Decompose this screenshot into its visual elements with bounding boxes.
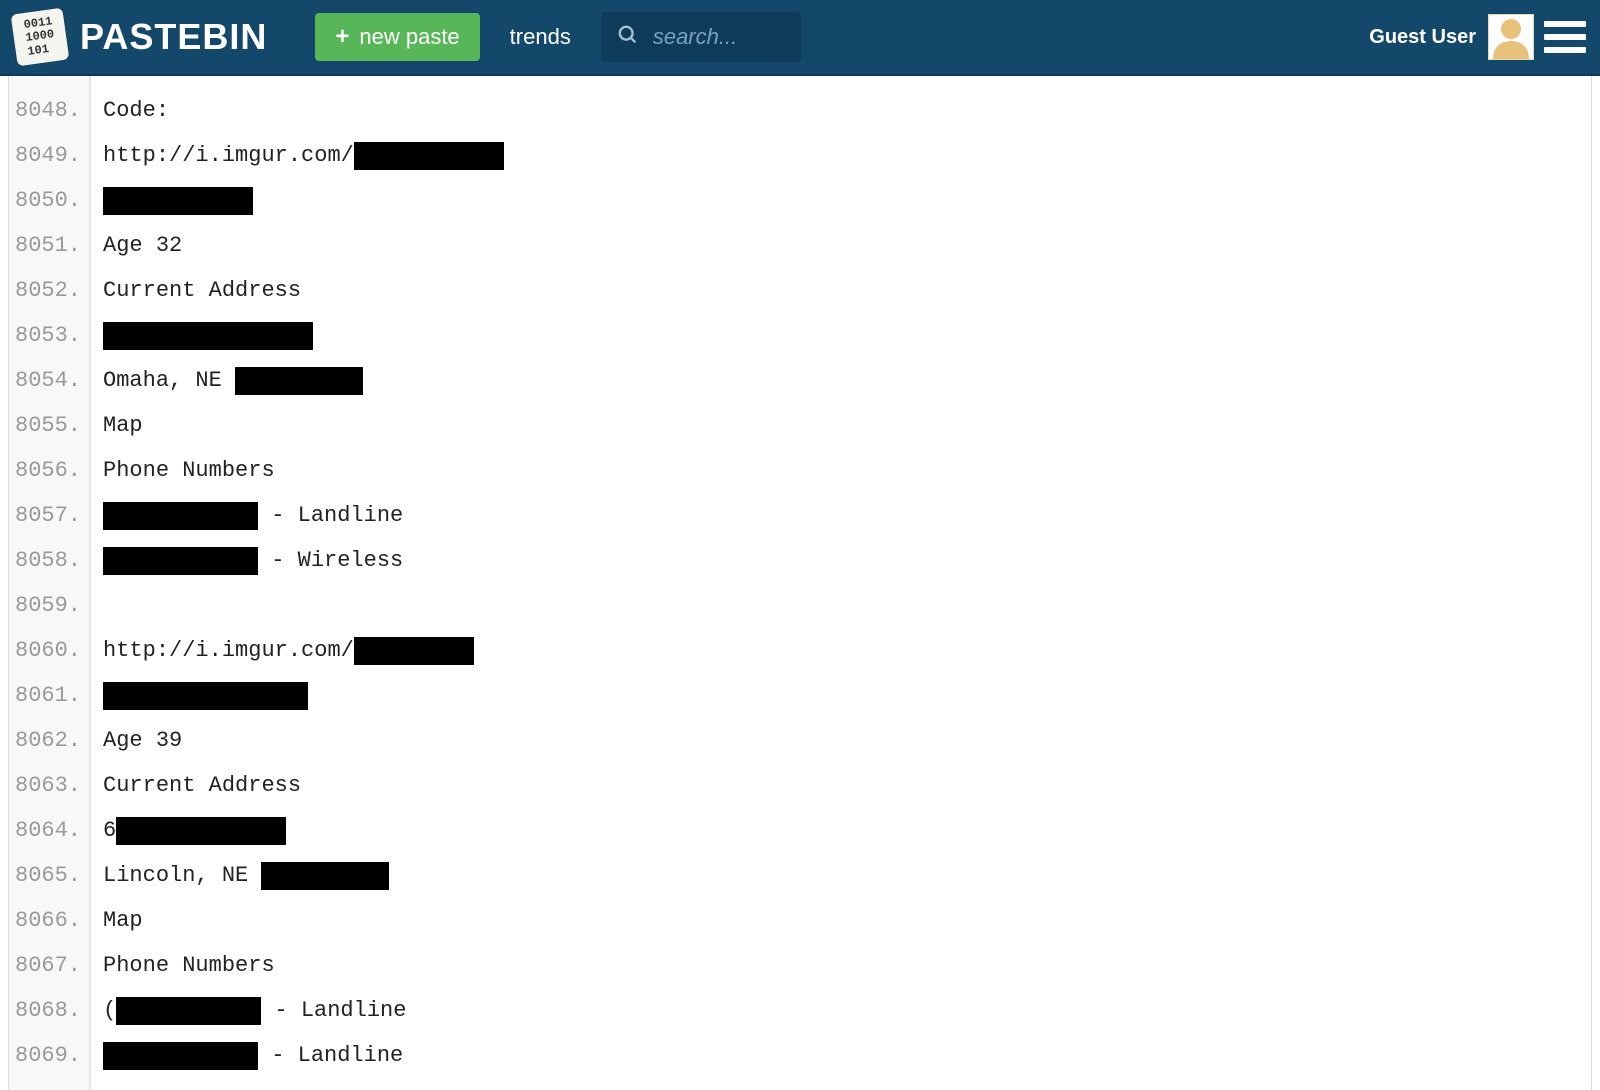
line-number: 8062. [15, 718, 81, 763]
redaction-box [103, 682, 308, 710]
line-number: 8056. [15, 448, 81, 493]
paste-container: 8048.8049.8050.8051.8052.8053.8054.8055.… [8, 76, 1592, 1090]
line-number: 8066. [15, 898, 81, 943]
logo-text: PASTEBIN [80, 16, 267, 58]
redaction-box [354, 637, 474, 665]
code-text: ( [103, 998, 116, 1023]
code-line[interactable]: Age 39 [103, 718, 1591, 763]
line-number: 8050. [15, 178, 81, 223]
code-text: Map [103, 908, 143, 933]
code-line[interactable]: Age 32 [103, 223, 1591, 268]
line-number: 8059. [15, 583, 81, 628]
line-number: 8064. [15, 808, 81, 853]
line-number: 8054. [15, 358, 81, 403]
code-line[interactable]: - Landline [103, 493, 1591, 538]
code-line[interactable]: Omaha, NE [103, 358, 1591, 403]
redaction-box [103, 322, 313, 350]
trends-link[interactable]: trends [510, 24, 571, 50]
logo[interactable]: 0011 1000 101 PASTEBIN [14, 11, 267, 63]
user-label[interactable]: Guest User [1369, 26, 1476, 49]
code-text: 6 [103, 818, 116, 843]
line-number: 8052. [15, 268, 81, 313]
line-number: 8049. [15, 133, 81, 178]
logo-icon: 0011 1000 101 [11, 8, 70, 67]
code-line[interactable]: Lincoln, NE [103, 853, 1591, 898]
code-line[interactable]: Map [103, 898, 1591, 943]
line-number-gutter: 8048.8049.8050.8051.8052.8053.8054.8055.… [9, 76, 91, 1090]
redaction-box [103, 547, 258, 575]
code-line[interactable]: http://i.imgur.com/ [103, 133, 1591, 178]
line-number: 8051. [15, 223, 81, 268]
search-box[interactable] [601, 12, 801, 62]
line-number: 8053. [15, 313, 81, 358]
line-number: 8065. [15, 853, 81, 898]
code-line[interactable]: Code: [103, 88, 1591, 133]
search-input[interactable] [653, 24, 773, 50]
code-text: Age 39 [103, 728, 182, 753]
redaction-box [103, 187, 253, 215]
code-line[interactable]: Current Address [103, 268, 1591, 313]
header: 0011 1000 101 PASTEBIN + new paste trend… [0, 0, 1600, 76]
code-line[interactable]: Map [103, 403, 1591, 448]
new-paste-label: new paste [359, 24, 459, 50]
header-right: Guest User [1369, 14, 1586, 60]
code-text: Age 32 [103, 233, 182, 258]
code-line[interactable]: 6 [103, 808, 1591, 853]
code-text: - Landline [258, 503, 403, 528]
code-text: Current Address [103, 773, 301, 798]
code-line[interactable]: ( - Landline [103, 988, 1591, 1033]
line-number: 8063. [15, 763, 81, 808]
code-text: Map [103, 413, 143, 438]
code-line[interactable]: Phone Numbers [103, 448, 1591, 493]
code-line[interactable]: - Landline [103, 1033, 1591, 1078]
line-number: 8067. [15, 943, 81, 988]
plus-icon: + [335, 23, 349, 51]
line-number: 8061. [15, 673, 81, 718]
line-number: 8069. [15, 1033, 81, 1078]
menu-icon[interactable] [1544, 21, 1586, 53]
avatar[interactable] [1488, 14, 1534, 60]
code-line[interactable] [103, 673, 1591, 718]
code-text: - Landline [258, 1043, 403, 1068]
redaction-box [103, 1042, 258, 1070]
search-icon [617, 24, 639, 51]
code-body[interactable]: Code: http://i.imgur.com/Age 32 Current Ad… [91, 76, 1591, 1090]
line-number: 8048. [15, 88, 81, 133]
new-paste-button[interactable]: + new paste [315, 13, 479, 61]
redaction-box [103, 502, 258, 530]
code-text: http://i.imgur.com/ [103, 638, 354, 663]
code-line[interactable]: Current Address [103, 763, 1591, 808]
line-number: 8068. [15, 988, 81, 1033]
code-text: Current Address [103, 278, 301, 303]
code-line[interactable] [103, 178, 1591, 223]
redaction-box [116, 817, 286, 845]
code-line[interactable] [103, 313, 1591, 358]
code-line[interactable]: http://i.imgur.com/ [103, 628, 1591, 673]
redaction-box [235, 367, 363, 395]
code-text: - Wireless [258, 548, 403, 573]
redaction-box [354, 142, 504, 170]
code-line[interactable]: - Wireless [103, 538, 1591, 583]
code-text: Phone Numbers [103, 458, 275, 483]
redaction-box [261, 862, 389, 890]
line-number: 8058. [15, 538, 81, 583]
code-text: - Landline [261, 998, 406, 1023]
code-text: http://i.imgur.com/ [103, 143, 354, 168]
code-line[interactable]: Phone Numbers [103, 943, 1591, 988]
code-text: Lincoln, NE [103, 863, 261, 888]
line-number: 8057. [15, 493, 81, 538]
redaction-box [116, 997, 261, 1025]
code-line[interactable] [103, 583, 1591, 628]
line-number: 8060. [15, 628, 81, 673]
code-text: Omaha, NE [103, 368, 235, 393]
code-text: Code: [103, 98, 169, 123]
line-number: 8055. [15, 403, 81, 448]
code-text: Phone Numbers [103, 953, 275, 978]
code-area: 8048.8049.8050.8051.8052.8053.8054.8055.… [9, 76, 1591, 1090]
